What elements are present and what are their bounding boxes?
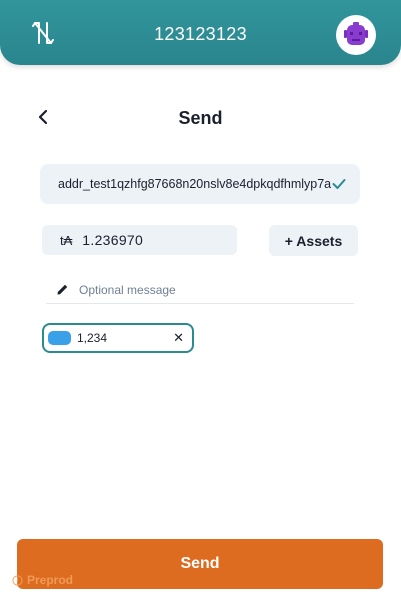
- ada-symbol: t₳: [60, 232, 73, 248]
- token-icon: [48, 331, 71, 345]
- message-field[interactable]: [46, 276, 354, 304]
- add-assets-button[interactable]: + Assets: [269, 225, 358, 256]
- pencil-icon: [57, 284, 68, 295]
- info-circle-icon: [12, 574, 23, 586]
- amount-input[interactable]: 1.236970: [82, 232, 143, 248]
- network-badge: Preprod: [12, 573, 73, 587]
- amount-field[interactable]: t₳ 1.236970: [42, 225, 237, 255]
- page-title: Send: [178, 108, 223, 128]
- network-label: Preprod: [27, 573, 74, 587]
- message-input[interactable]: [79, 282, 354, 297]
- address-input[interactable]: addr_test1qzhfg87668n20nslv8e4dpkqdfhmly…: [58, 177, 332, 191]
- asset-amount-input[interactable]: 1,234: [77, 331, 173, 345]
- asset-chip[interactable]: 1,234 ✕: [42, 323, 194, 353]
- robot-avatar-icon[interactable]: [336, 15, 376, 55]
- header-bar: 123123123: [0, 0, 401, 65]
- address-field[interactable]: addr_test1qzhfg87668n20nslv8e4dpkqdfhmly…: [40, 164, 360, 204]
- check-icon: [332, 179, 346, 189]
- close-icon[interactable]: ✕: [173, 330, 184, 346]
